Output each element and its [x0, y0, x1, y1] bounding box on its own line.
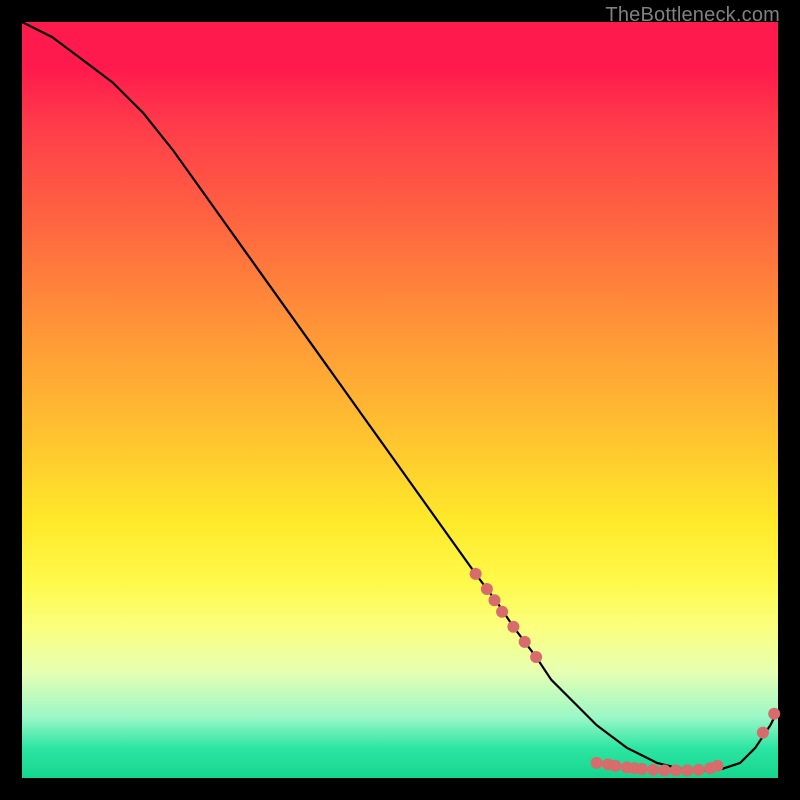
data-marker: [659, 764, 671, 776]
data-marker: [768, 708, 780, 720]
data-marker: [712, 760, 724, 772]
data-marker: [507, 621, 519, 633]
data-marker: [636, 763, 648, 775]
data-marker: [470, 568, 482, 580]
attribution-text: TheBottleneck.com: [605, 4, 780, 27]
data-marker: [681, 764, 693, 776]
data-marker: [693, 764, 705, 776]
marker-layer: [22, 22, 778, 778]
chart-plot-area: [22, 22, 778, 778]
data-marker: [489, 594, 501, 606]
data-marker: [530, 651, 542, 663]
data-marker: [496, 606, 508, 618]
data-marker: [610, 760, 622, 772]
data-marker: [670, 764, 682, 776]
data-marker: [481, 583, 493, 595]
chart-stage: TheBottleneck.com: [0, 0, 800, 800]
data-marker: [519, 636, 531, 648]
data-marker: [647, 764, 659, 776]
data-marker: [757, 727, 769, 739]
data-marker: [591, 757, 603, 769]
